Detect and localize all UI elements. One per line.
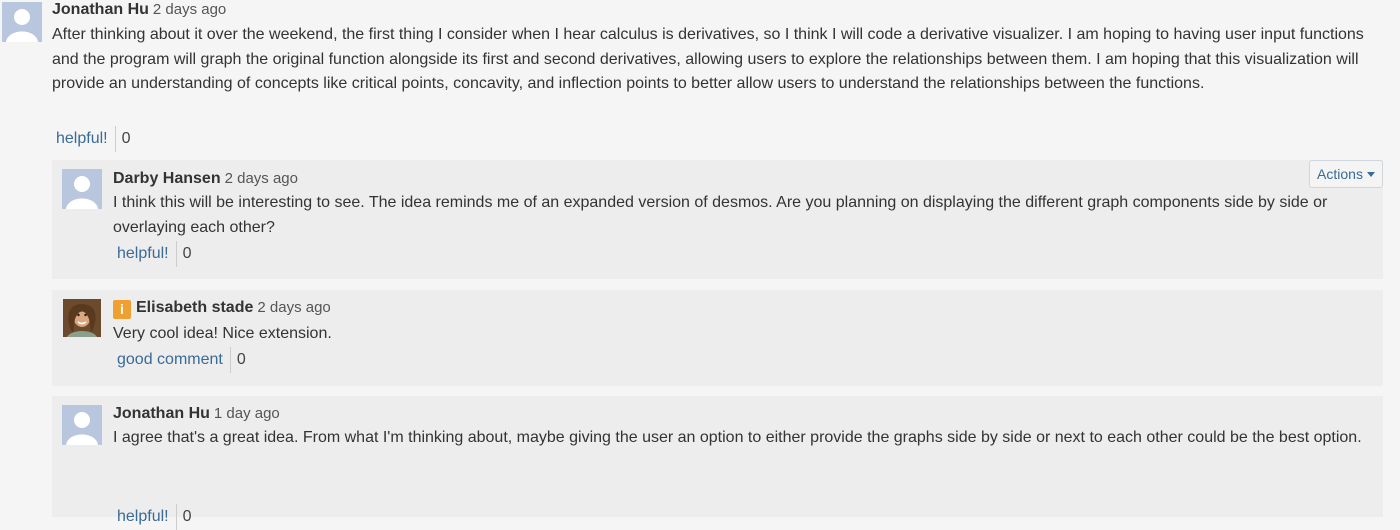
user-avatar-icon[interactable] (2, 2, 42, 42)
reply-body: Very cool idea! Nice extension. (113, 325, 332, 342)
reply-time: 2 days ago (257, 299, 331, 316)
post-body: After thinking about it over the weekend… (52, 26, 1364, 92)
helpful-button[interactable]: helpful! (117, 504, 177, 530)
info-badge-icon: i (113, 300, 131, 319)
good-comment-button[interactable]: good comment (117, 347, 231, 373)
reply-comment: Actions Darby Hansen 2 days ago I think t… (52, 160, 1383, 279)
actions-label: Actions (1317, 166, 1363, 182)
reply-header: Jonathan Hu 1 day ago (113, 405, 280, 423)
reply-vote-row: helpful! 0 (117, 241, 192, 267)
post-vote-row: helpful! 0 (56, 126, 131, 152)
post-time: 2 days ago (152, 1, 227, 18)
user-photo-avatar[interactable] (63, 299, 101, 337)
reply-header: i Elisabeth stade 2 days ago (113, 299, 331, 319)
reply-body: I agree that's a great idea. From what I… (113, 429, 1362, 446)
post-author[interactable]: Jonathan Hu (52, 1, 149, 18)
reply-author[interactable]: Jonathan Hu (113, 405, 210, 422)
vote-count: 0 (236, 351, 246, 368)
vote-count: 0 (121, 130, 131, 147)
actions-dropdown-button[interactable]: Actions (1309, 160, 1383, 188)
reply-time: 1 day ago (213, 405, 280, 422)
helpful-button[interactable]: helpful! (56, 126, 116, 152)
helpful-button[interactable]: helpful! (117, 241, 177, 267)
reply-author[interactable]: Elisabeth stade (136, 299, 253, 316)
reply-vote-row: good comment 0 (117, 347, 246, 373)
vote-count: 0 (182, 245, 192, 262)
user-avatar-icon[interactable] (62, 169, 102, 209)
vote-count: 0 (182, 508, 192, 525)
reply-body: I think this will be interesting to see.… (113, 194, 1328, 236)
reply-comment: i Elisabeth stade 2 days ago Very cool ide… (52, 290, 1383, 386)
reply-vote-row: helpful! 0 (117, 504, 192, 530)
reply-header: Darby Hansen 2 days ago (113, 170, 298, 188)
reply-author[interactable]: Darby Hansen (113, 170, 221, 187)
reply-comment: Jonathan Hu 1 day ago I agree that's a gr… (52, 396, 1383, 530)
reply-time: 2 days ago (224, 170, 298, 187)
user-avatar-icon[interactable] (62, 405, 102, 445)
caret-down-icon (1366, 171, 1375, 177)
post-header: Jonathan Hu 2 days ago (52, 1, 226, 19)
